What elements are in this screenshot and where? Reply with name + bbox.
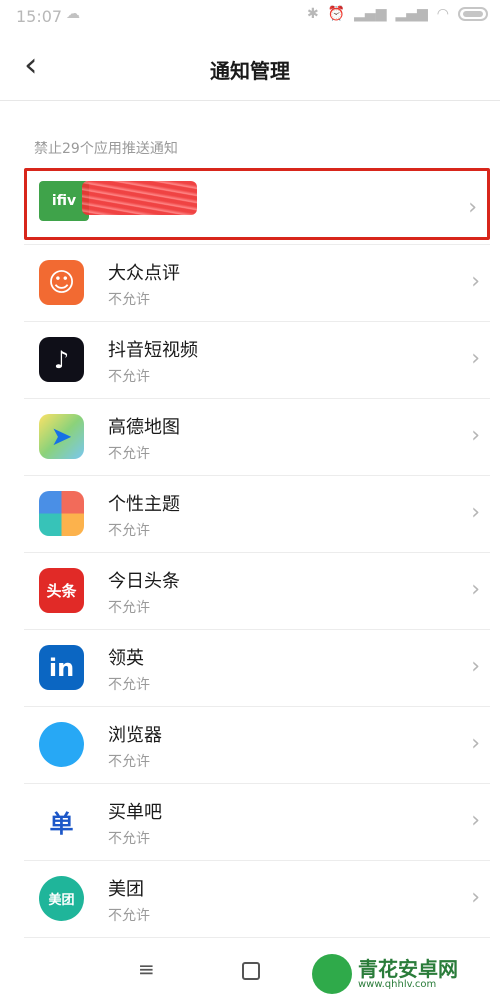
chevron-right-icon: › xyxy=(471,808,480,833)
chevron-right-icon: › xyxy=(468,195,477,220)
signal-2-icon: ▂▄▆ xyxy=(395,6,428,22)
gaode-map-icon: ➤ xyxy=(39,414,84,459)
status-icons: ✱ ⏰ ▂▄▆ ▂▄▆ ◠ xyxy=(307,6,488,22)
app-name: 买单吧 xyxy=(108,802,162,823)
browser-icon xyxy=(39,722,84,767)
list-item[interactable]: 个性主题 不允许 › xyxy=(24,475,490,552)
chevron-right-icon: › xyxy=(471,731,480,756)
list-item[interactable]: ➤ 高德地图 不允许 › xyxy=(24,398,490,475)
bluetooth-icon: ✱ xyxy=(306,6,319,22)
app-name: 抖音短视频 xyxy=(108,340,198,361)
wifi-icon: ◠ xyxy=(436,6,449,22)
chevron-right-icon: › xyxy=(471,269,480,294)
page-title: 通知管理 xyxy=(210,59,290,83)
app-name: 美团 xyxy=(108,879,144,900)
status-time: 15:07 xyxy=(16,7,63,26)
watermark-logo-icon xyxy=(312,954,352,994)
chevron-right-icon: › xyxy=(471,577,480,602)
list-item[interactable]: 美团 美团 不允许 › xyxy=(24,860,490,938)
app-name: 个性主题 xyxy=(108,494,180,515)
app-status: 不允许 xyxy=(108,446,150,462)
meituan-icon: 美团 xyxy=(39,876,84,921)
status-bar: 15:07 ☁ ✱ ⏰ ▂▄▆ ▂▄▆ ◠ xyxy=(0,0,500,34)
list-item[interactable]: ☺ 大众点评 不允许 › xyxy=(24,244,490,321)
list-item[interactable]: 浏览器 不允许 › xyxy=(24,706,490,783)
home-icon[interactable] xyxy=(242,962,260,980)
app-header: ‹ 通知管理 xyxy=(0,34,500,101)
cloud-icon: ☁ xyxy=(66,6,80,22)
app-status: 不允许 xyxy=(108,600,150,616)
douyin-icon: ♪ xyxy=(39,337,84,382)
app-name: 大众点评 xyxy=(108,263,180,284)
app-name: 高德地图 xyxy=(108,417,180,438)
app-status: 不允许 xyxy=(108,831,150,847)
section-label: 禁止29个应用推送通知 xyxy=(34,141,178,157)
app-name: 今日头条 xyxy=(108,571,180,592)
linkedin-icon: in xyxy=(39,645,84,690)
app-name: 浏览器 xyxy=(108,725,162,746)
list-item[interactable]: 单 买单吧 不允许 › xyxy=(24,783,490,860)
menu-icon[interactable]: ≡ xyxy=(138,957,155,981)
app-status: 不允许 xyxy=(108,292,150,308)
app-list: ifiv › ☺ 大众点评 不允许 › ♪ 抖音短视频 不允许 › ➤ 高德地图… xyxy=(24,168,490,938)
toutiao-icon: 头条 xyxy=(39,568,84,613)
list-item-highlighted[interactable]: ifiv › xyxy=(24,168,490,240)
watermark-text: 青花安卓网 www.qhhlv.com xyxy=(358,956,458,990)
theme-icon xyxy=(39,491,84,536)
chevron-right-icon: › xyxy=(471,654,480,679)
app-status: 不允许 xyxy=(108,908,150,924)
chevron-right-icon: › xyxy=(471,500,480,525)
app-status: 不允许 xyxy=(108,523,150,539)
chevron-right-icon: › xyxy=(471,346,480,371)
redaction-scribble xyxy=(82,181,197,215)
watermark: 青花安卓网 www.qhhlv.com xyxy=(312,950,492,998)
list-item[interactable]: 头条 今日头条 不允许 › xyxy=(24,552,490,629)
app-status: 不允许 xyxy=(108,754,150,770)
alarm-icon: ⏰ xyxy=(327,6,346,22)
app-status: 不允许 xyxy=(108,369,150,385)
app-status: 不允许 xyxy=(108,677,150,693)
battery-icon xyxy=(458,7,488,21)
dianping-icon: ☺ xyxy=(39,260,84,305)
signal-icon: ▂▄▆ xyxy=(354,6,387,22)
chevron-right-icon: › xyxy=(471,885,480,910)
maidanba-icon: 单 xyxy=(39,799,84,844)
app-name: 领英 xyxy=(108,648,144,669)
list-item[interactable]: ♪ 抖音短视频 不允许 › xyxy=(24,321,490,398)
chevron-right-icon: › xyxy=(471,423,480,448)
list-item[interactable]: in 领英 不允许 › xyxy=(24,629,490,706)
